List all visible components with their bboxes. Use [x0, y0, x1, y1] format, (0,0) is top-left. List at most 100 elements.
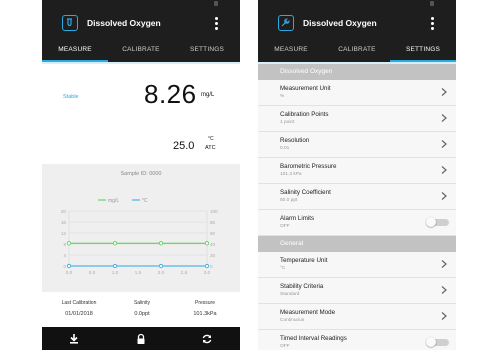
- chevron-right-icon: [441, 88, 447, 96]
- setting-label: Measurement Unit: [280, 85, 331, 92]
- data-point: [158, 263, 164, 269]
- x-tick-label: 0.5: [89, 270, 96, 275]
- chevron-right-icon: [441, 140, 447, 148]
- chevron-right-icon: [441, 192, 447, 200]
- salinity-value: 0.0ppt: [134, 311, 150, 317]
- setting-label: Calibration Points: [280, 111, 329, 118]
- y-left-tick-label: 20: [61, 209, 67, 214]
- data-point: [66, 263, 72, 269]
- status-indicator: [430, 1, 434, 6]
- do-reading: 8.26: [144, 79, 197, 109]
- app-bar: Dissolved Oxygen: [42, 8, 240, 40]
- setting-label: Alarm Limits: [280, 215, 315, 222]
- y-right-tick-label: 60: [210, 231, 216, 236]
- setting-value: Continuous: [280, 318, 305, 323]
- y-left-tick-label: 4: [63, 253, 66, 258]
- temperature-mode: ATC: [205, 145, 216, 151]
- setting-temperature-unit[interactable]: Temperature Unit °C: [258, 252, 456, 278]
- timed-interval-toggle[interactable]: [426, 337, 450, 347]
- y-right-tick-label: 100: [210, 209, 218, 214]
- measure-screen: Dissolved Oxygen MEASURE CALIBRATE SETTI…: [42, 0, 240, 350]
- tab-bar: MEASURE CALIBRATE SETTINGS: [258, 40, 456, 62]
- trend-chart: mg/L °C 0 0 4 20 8 40 12 60 16 80 20 100 0.0 0.5 1.0 1.5 2…: [61, 198, 218, 275]
- tab-calibrate[interactable]: CALIBRATE: [108, 40, 174, 62]
- tab-measure[interactable]: MEASURE: [42, 40, 108, 62]
- do-unit: mg/L: [201, 92, 215, 98]
- status-bar: [258, 0, 456, 8]
- overflow-menu-icon[interactable]: [214, 17, 218, 31]
- tab-settings[interactable]: SETTINGS: [174, 40, 240, 62]
- setting-label: Barometric Pressure: [280, 163, 337, 170]
- overflow-menu-icon[interactable]: [430, 17, 434, 31]
- setting-label: Measurement Mode: [280, 309, 336, 316]
- section-header-dissolved-oxygen: Dissolved Oxygen: [258, 64, 456, 80]
- chevron-right-icon: [441, 166, 447, 174]
- section-header-general: General: [258, 236, 456, 252]
- salinity-label: Salinity: [133, 300, 151, 306]
- tab-measure[interactable]: MEASURE: [258, 40, 324, 62]
- sample-chart-area: Sample ID: 0000 mg/L °C 0 0 4 20 8 40 12 60 16 80 20…: [42, 164, 240, 292]
- setting-measurement-mode[interactable]: Measurement Mode Continuous: [258, 304, 456, 330]
- y-right-tick-label: 0: [210, 264, 213, 269]
- setting-value: 101.3 kPa: [280, 172, 302, 177]
- y-left-tick-label: 16: [61, 220, 67, 225]
- salinity-stat: Salinity 0.0ppt: [117, 300, 167, 317]
- probe-icon: [62, 15, 78, 31]
- chevron-right-icon: [441, 114, 447, 122]
- setting-timed-interval-readings: Timed Interval Readings OFF: [258, 330, 456, 350]
- chevron-right-icon: [441, 312, 447, 320]
- refresh-icon[interactable]: [201, 332, 213, 344]
- data-point: [204, 241, 210, 246]
- setting-value: 1 point: [280, 120, 295, 125]
- reading-panel: Stable 8.26 mg/L 25.0 °C ATC: [42, 64, 240, 165]
- setting-measurement-unit[interactable]: Measurement Unit %: [258, 80, 456, 106]
- temperature-unit: °C: [208, 136, 214, 142]
- app-title: Dissolved Oxygen: [87, 18, 161, 28]
- app-bar: Dissolved Oxygen: [258, 8, 456, 40]
- wrench-icon: [278, 15, 294, 31]
- setting-value: 0.01: [280, 146, 290, 151]
- app-title: Dissolved Oxygen: [303, 18, 377, 28]
- setting-stability-criteria[interactable]: Stability Criteria Standard: [258, 278, 456, 304]
- y-left-tick-label: 12: [61, 231, 67, 236]
- lock-icon[interactable]: [135, 332, 147, 344]
- setting-value: 50.0 ppt: [280, 198, 298, 203]
- y-right-tick-label: 20: [210, 253, 216, 258]
- setting-calibration-points[interactable]: Calibration Points 1 point: [258, 106, 456, 132]
- setting-barometric-pressure[interactable]: Barometric Pressure 101.3 kPa: [258, 158, 456, 184]
- temperature-reading: 25.0: [173, 140, 195, 152]
- sample-id: Sample ID: 0000: [120, 171, 162, 177]
- setting-label: Stability Criteria: [280, 283, 324, 290]
- chevron-right-icon: [441, 286, 447, 294]
- stats-panel: Last Calibration 01/01/2018 Salinity 0.0…: [42, 292, 240, 327]
- download-icon[interactable]: [68, 332, 80, 344]
- x-tick-label: 2.0: [158, 270, 165, 275]
- alarm-limits-toggle[interactable]: [426, 217, 450, 227]
- last-calibration-value: 01/01/2018: [65, 311, 93, 317]
- setting-value: OFF: [280, 344, 290, 349]
- setting-label: Temperature Unit: [280, 257, 328, 264]
- x-tick-label: 3.0: [204, 270, 211, 275]
- last-calibration-stat: Last Calibration 01/01/2018: [54, 300, 104, 317]
- y-right-tick-label: 40: [210, 242, 216, 247]
- tab-settings[interactable]: SETTINGS: [390, 40, 456, 62]
- setting-salinity-coefficient[interactable]: Salinity Coefficient 50.0 ppt: [258, 184, 456, 210]
- stability-status: Stable: [63, 94, 79, 100]
- setting-label: Salinity Coefficient: [280, 189, 331, 196]
- y-right-tick-label: 80: [210, 220, 216, 225]
- data-point: [112, 241, 118, 246]
- pressure-label: Pressure: [194, 300, 215, 306]
- status-indicator: [214, 1, 218, 6]
- chevron-right-icon: [441, 260, 447, 268]
- setting-resolution[interactable]: Resolution 0.01: [258, 132, 456, 158]
- tab-calibrate[interactable]: CALIBRATE: [324, 40, 390, 62]
- x-tick-label: 1.0: [112, 270, 119, 275]
- x-tick-label: 0.0: [66, 270, 73, 275]
- setting-label: Timed Interval Readings: [280, 335, 347, 342]
- setting-alarm-limits: Alarm Limits OFF: [258, 210, 456, 236]
- data-point: [66, 241, 72, 246]
- data-point: [112, 263, 118, 269]
- bottom-bar: [42, 327, 240, 350]
- last-calibration-label: Last Calibration: [61, 300, 97, 306]
- y-left-tick-label: 0: [63, 264, 66, 269]
